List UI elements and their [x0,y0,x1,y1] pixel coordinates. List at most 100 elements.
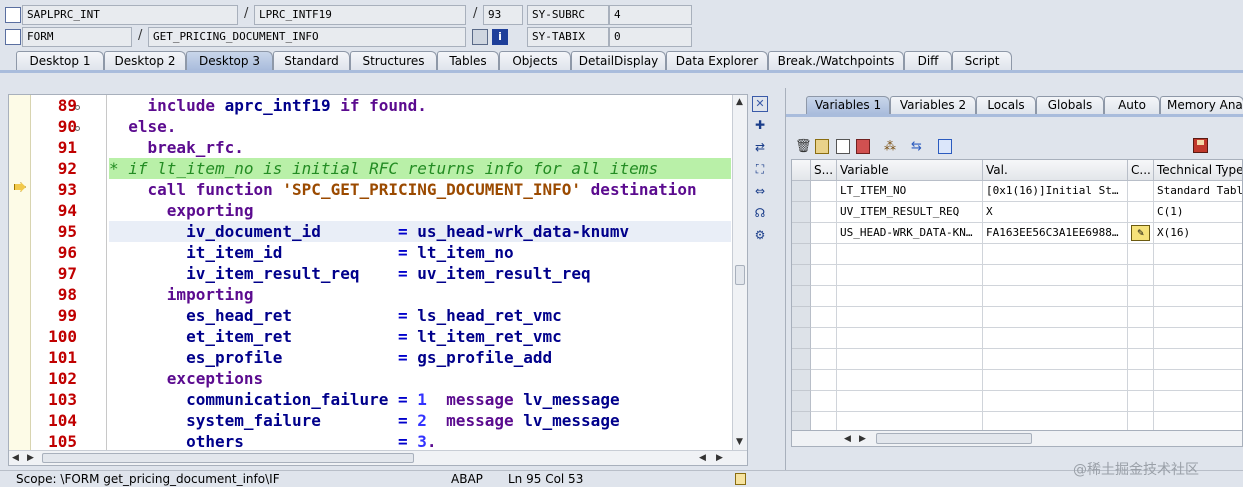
tab-variables-1[interactable]: Variables 1 [806,96,890,114]
value-cell[interactable] [983,370,1128,391]
value-cell[interactable]: X [983,202,1128,223]
open-editor-icon[interactable] [472,29,488,45]
info-icon[interactable]: i [492,29,508,45]
row-selector[interactable] [792,181,811,202]
technical-type-cell[interactable] [1154,391,1242,412]
source-code-editor[interactable]: 89 90 91 92 93 94 95 96 97 98 99 100 101 102 103 104 105… [8,94,748,466]
column-header-technical-type[interactable]: Technical Type [1154,160,1242,181]
structure-icon[interactable] [938,139,952,154]
tab-memory-analysis[interactable]: Memory Analysis [1160,96,1243,114]
code-line[interactable]: importing [109,284,731,305]
tab-desktop-2[interactable]: Desktop 2 [104,51,186,70]
tab-desktop-1[interactable]: Desktop 1 [16,51,104,70]
status-cell[interactable] [811,223,837,244]
code-line[interactable]: break_rfc. [109,137,731,158]
code-line[interactable]: call function 'SPC_GET_PRICING_DOCUMENT_… [109,179,731,200]
code-line[interactable]: iv_item_result_req = uv_item_result_req [109,263,731,284]
scroll-left-icon[interactable]: ◀ [844,433,851,445]
row-selector[interactable] [792,370,811,391]
change-cell[interactable] [1128,286,1154,307]
technical-type-cell[interactable]: C(1) [1154,202,1242,223]
row-selector[interactable] [792,412,811,430]
status-cell[interactable] [811,349,837,370]
variable-cell[interactable] [837,370,983,391]
tab-detaildisplay[interactable]: DetailDisplay [571,51,666,70]
technical-type-cell[interactable] [1154,412,1242,430]
tab-desktop-3[interactable]: Desktop 3 [186,51,273,70]
row-selector[interactable] [792,202,811,223]
value-cell[interactable] [983,307,1128,328]
status-cell[interactable] [811,370,837,391]
status-cell[interactable] [811,412,837,430]
save-variables-icon[interactable] [836,139,850,154]
scroll-right-icon[interactable]: ▶ [27,452,34,464]
tab-auto[interactable]: Auto [1104,96,1160,114]
pencil-icon[interactable]: ✎ [1131,225,1150,241]
variable-cell[interactable] [837,244,983,265]
scroll-up-icon[interactable]: ▲ [736,96,743,108]
technical-type-cell[interactable] [1154,286,1242,307]
change-cell[interactable] [1128,370,1154,391]
value-cell[interactable] [983,349,1128,370]
value-cell[interactable] [983,391,1128,412]
value-cell[interactable] [983,265,1128,286]
change-cell[interactable] [1128,265,1154,286]
variable-cell[interactable]: LT_ITEM_NO [837,181,983,202]
tab-objects[interactable]: Objects [499,51,571,70]
variable-cell[interactable] [837,349,983,370]
scroll-left-icon[interactable]: ◀ [12,452,19,464]
technical-type-cell[interactable] [1154,244,1242,265]
variable-cell[interactable]: US_HEAD-WRK_DATA-KN… [837,223,983,244]
row-selector[interactable] [792,265,811,286]
technical-type-cell[interactable] [1154,307,1242,328]
editor-horizontal-scrollbar[interactable]: ◀ ▶ ◀ ▶ [9,450,747,465]
code-line[interactable]: iv_document_id = us_head-wrk_data-knumv [109,221,731,242]
scroll-right-icon[interactable]: ▶ [859,433,866,445]
status-cell[interactable] [811,307,837,328]
services-icon[interactable]: ☊ [752,205,768,221]
tab-globals[interactable]: Globals [1036,96,1104,114]
row-selector[interactable] [792,244,811,265]
settings-icon[interactable]: ⚙ [752,227,768,243]
tab-data-explorer[interactable]: Data Explorer [666,51,768,70]
variable-cell[interactable]: UV_ITEM_RESULT_REQ [837,202,983,223]
change-cell[interactable] [1128,307,1154,328]
row-selector[interactable] [792,307,811,328]
scroll-right-icon[interactable]: ▶ [716,452,723,464]
code-line[interactable]: others = 3. [109,431,731,452]
status-cell[interactable] [811,328,837,349]
column-header-change[interactable]: C... [1128,160,1154,181]
technical-type-cell[interactable]: X(16) [1154,223,1242,244]
value-cell[interactable] [983,412,1128,430]
code-line[interactable]: include aprc_intf19 if found. [109,95,731,116]
variable-cell[interactable] [837,286,983,307]
code-line[interactable]: es_head_ret = ls_head_ret_vmc [109,305,731,326]
status-cell[interactable] [811,202,837,223]
replace-tool-icon[interactable]: ⇄ [752,139,768,155]
technical-type-cell[interactable] [1154,328,1242,349]
fold-marker-icon[interactable] [75,105,80,110]
value-cell[interactable]: FA163EE56C3A1EE6988… [983,223,1128,244]
variable-cell[interactable] [837,328,983,349]
tab-diff[interactable]: Diff [904,51,952,70]
row-selector[interactable] [792,349,811,370]
new-tool-icon[interactable]: ✚ [752,117,768,133]
column-header-variable[interactable]: Variable [837,160,983,181]
code-line[interactable]: communication_failure = 1 message lv_mes… [109,389,731,410]
value-cell[interactable]: [0x1(16)]Initial St… [983,181,1128,202]
row-selector[interactable] [792,391,811,412]
technical-type-cell[interactable] [1154,265,1242,286]
change-cell[interactable] [1128,244,1154,265]
delete-icon[interactable]: 🗑 [795,139,812,154]
column-header-status[interactable]: S... [811,160,837,181]
tab-tables[interactable]: Tables [437,51,499,70]
value-cell[interactable] [983,286,1128,307]
column-header-value[interactable]: Val. [983,160,1128,181]
change-cell[interactable] [1128,328,1154,349]
code-line[interactable]: else. [109,116,731,137]
code-line[interactable]: * if lt_item_no is initial RFC returns i… [109,158,731,179]
change-cell[interactable] [1128,412,1154,430]
status-cell[interactable] [811,181,837,202]
tab-break-watchpoints[interactable]: Break./Watchpoints [768,51,904,70]
status-cell[interactable] [811,244,837,265]
